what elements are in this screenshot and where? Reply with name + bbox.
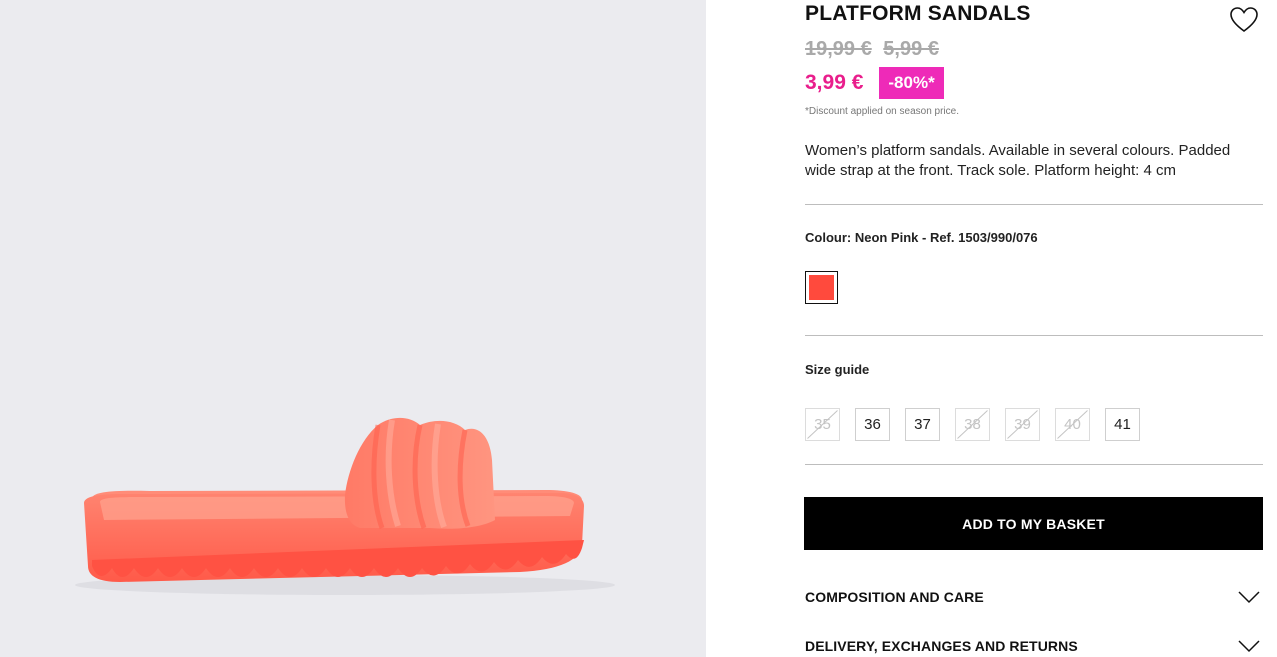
chevron-down-icon (1238, 640, 1260, 653)
size-guide-link[interactable]: Size guide (805, 362, 869, 377)
accordion-composition-care[interactable]: COMPOSITION AND CARE (805, 582, 1263, 612)
accordion-label: DELIVERY, EXCHANGES AND RETURNS (805, 638, 1078, 654)
heart-icon[interactable] (1229, 6, 1259, 34)
size-option[interactable]: 35 (805, 408, 840, 441)
product-image-panel[interactable] (0, 0, 706, 657)
product-detail-panel: PLATFORM SANDALS 19,99 € 5,99 € 3,99 € -… (804, 0, 1263, 657)
product-description: Women’s platform sandals. Available in s… (805, 142, 1231, 179)
old-prices: 19,99 € 5,99 € (805, 38, 945, 61)
size-option[interactable]: 37 (905, 408, 940, 441)
colour-swatch-neon-pink[interactable] (805, 271, 838, 304)
accordion-label: COMPOSITION AND CARE (805, 589, 984, 605)
original-price: 19,99 € (805, 38, 872, 60)
divider (805, 335, 1263, 336)
discount-note: *Discount applied on season price. (805, 106, 959, 117)
size-option[interactable]: 41 (1105, 408, 1140, 441)
price-row: 3,99 € -80%* (805, 66, 944, 100)
product-image-sandal (75, 417, 615, 595)
divider (805, 464, 1263, 465)
size-option[interactable]: 38 (955, 408, 990, 441)
season-price: 5,99 € (883, 38, 939, 60)
discount-badge: -80%* (879, 67, 944, 99)
add-to-basket-button[interactable]: ADD TO MY BASKET (804, 497, 1263, 550)
size-option[interactable]: 39 (1005, 408, 1040, 441)
size-selector: 35 36 37 38 39 40 41 (805, 408, 1155, 441)
size-option[interactable]: 36 (855, 408, 890, 441)
sale-price: 3,99 € (805, 71, 864, 94)
product-title: PLATFORM SANDALS (805, 2, 1031, 25)
chevron-down-icon (1238, 591, 1260, 604)
swatch-color (809, 275, 834, 300)
size-option[interactable]: 40 (1055, 408, 1090, 441)
colour-label: Colour: Neon Pink - Ref. 1503/990/076 (805, 230, 1038, 245)
divider (805, 204, 1263, 205)
accordion-delivery-returns[interactable]: DELIVERY, EXCHANGES AND RETURNS (805, 631, 1263, 657)
